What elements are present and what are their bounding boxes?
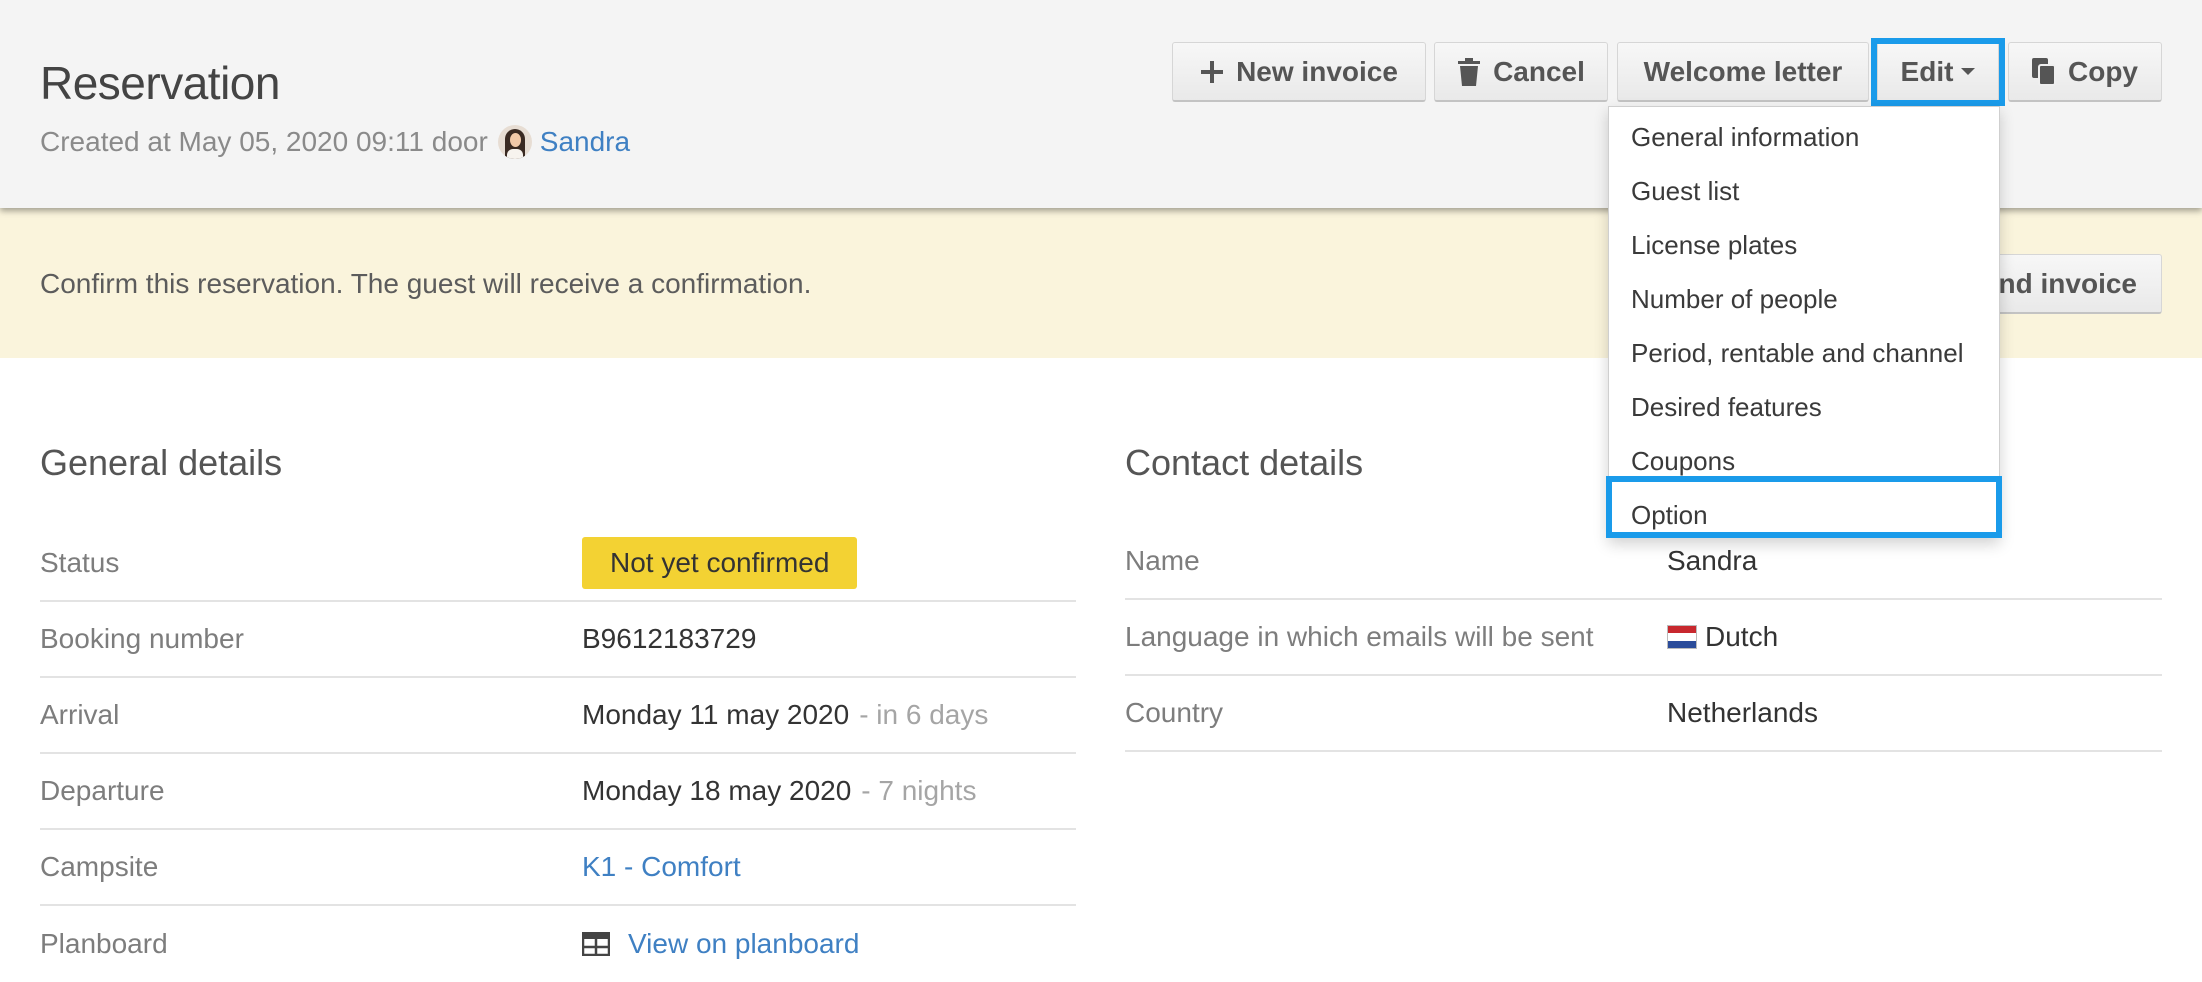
caret-down-icon xyxy=(1961,68,1976,75)
language-value: Dutch xyxy=(1705,621,1779,652)
contact-details-title: Contact details xyxy=(1125,442,1364,483)
new-invoice-button[interactable]: New invoice xyxy=(1172,42,1426,102)
created-text: Created at May 05, 2020 09:11 door xyxy=(40,126,488,157)
language-label: Language in which emails will be sent xyxy=(1125,621,1594,652)
copy-button[interactable]: Copy xyxy=(2008,42,2162,102)
planboard-row: Planboard View on planboard xyxy=(40,906,1076,982)
name-label: Name xyxy=(1125,545,1200,576)
cancel-label: Cancel xyxy=(1493,55,1585,87)
edit-dropdown-menu: General information Guest list License p… xyxy=(1608,106,2000,538)
campsite-label: Campsite xyxy=(40,851,159,882)
trash-icon xyxy=(1457,57,1481,86)
departure-row: Departure Monday 18 may 2020 - 7 nights xyxy=(40,754,1076,830)
table-icon xyxy=(582,932,610,956)
arrival-row: Arrival Monday 11 may 2020 - in 6 days xyxy=(40,678,1076,754)
general-details-title: General details xyxy=(40,442,283,483)
booking-row: Booking number B9612183729 xyxy=(40,602,1076,678)
status-badge: Not yet confirmed xyxy=(582,537,858,589)
new-invoice-label: New invoice xyxy=(1236,55,1398,87)
creator-link[interactable]: Sandra xyxy=(540,126,630,158)
arrival-note: - in 6 days xyxy=(859,699,989,730)
departure-note: - 7 nights xyxy=(861,775,977,806)
menu-item-coupons[interactable]: Coupons xyxy=(1631,437,1735,485)
language-row: Language in which emails will be sent Du… xyxy=(1125,600,2162,676)
menu-item-guest-list[interactable]: Guest list xyxy=(1631,167,1739,215)
created-info: Created at May 05, 2020 09:11 door Sandr… xyxy=(40,122,630,162)
menu-item-option[interactable]: Option xyxy=(1631,491,1708,539)
cancel-button[interactable]: Cancel xyxy=(1434,42,1608,102)
arrival-value: Monday 11 may 2020 xyxy=(582,699,850,730)
plus-icon xyxy=(1200,60,1224,84)
campsite-row: Campsite K1 - Comfort xyxy=(40,830,1076,906)
menu-item-license-plates[interactable]: License plates xyxy=(1631,221,1797,269)
menu-item-desired-features[interactable]: Desired features xyxy=(1631,383,1822,431)
menu-item-period-rentable-channel[interactable]: Period, rentable and channel xyxy=(1631,329,1963,377)
departure-label: Departure xyxy=(40,775,165,806)
welcome-letter-label: Welcome letter xyxy=(1643,55,1843,87)
departure-value: Monday 18 may 2020 xyxy=(582,775,852,806)
banner-text: Confirm this reservation. The guest will… xyxy=(40,268,812,299)
copy-label: Copy xyxy=(2068,55,2138,87)
status-row: Status Not yet confirmed xyxy=(40,526,1076,602)
menu-item-general-information[interactable]: General information xyxy=(1631,113,1859,161)
country-value: Netherlands xyxy=(1667,697,1818,728)
campsite-link[interactable]: K1 - Comfort xyxy=(582,851,741,883)
arrival-label: Arrival xyxy=(40,699,120,730)
status-label: Status xyxy=(40,547,120,578)
booking-label: Booking number xyxy=(40,623,244,654)
country-label: Country xyxy=(1125,697,1224,728)
avatar xyxy=(497,125,532,159)
booking-value: B9612183729 xyxy=(582,623,757,654)
country-row: Country Netherlands xyxy=(1125,676,2162,752)
menu-item-number-of-people[interactable]: Number of people xyxy=(1631,275,1838,323)
edit-label: Edit xyxy=(1900,55,1954,87)
planboard-label: Planboard xyxy=(40,928,168,959)
welcome-letter-button[interactable]: Welcome letter xyxy=(1617,42,1869,102)
name-value: Sandra xyxy=(1667,545,1758,576)
edit-button[interactable]: Edit xyxy=(1877,42,1999,102)
dutch-flag-icon xyxy=(1667,625,1697,649)
send-invoice-label: nd invoice xyxy=(1998,267,2137,299)
page-title: Reservation xyxy=(40,57,280,109)
copy-icon xyxy=(2032,57,2056,86)
planboard-link[interactable]: View on planboard xyxy=(628,928,859,960)
